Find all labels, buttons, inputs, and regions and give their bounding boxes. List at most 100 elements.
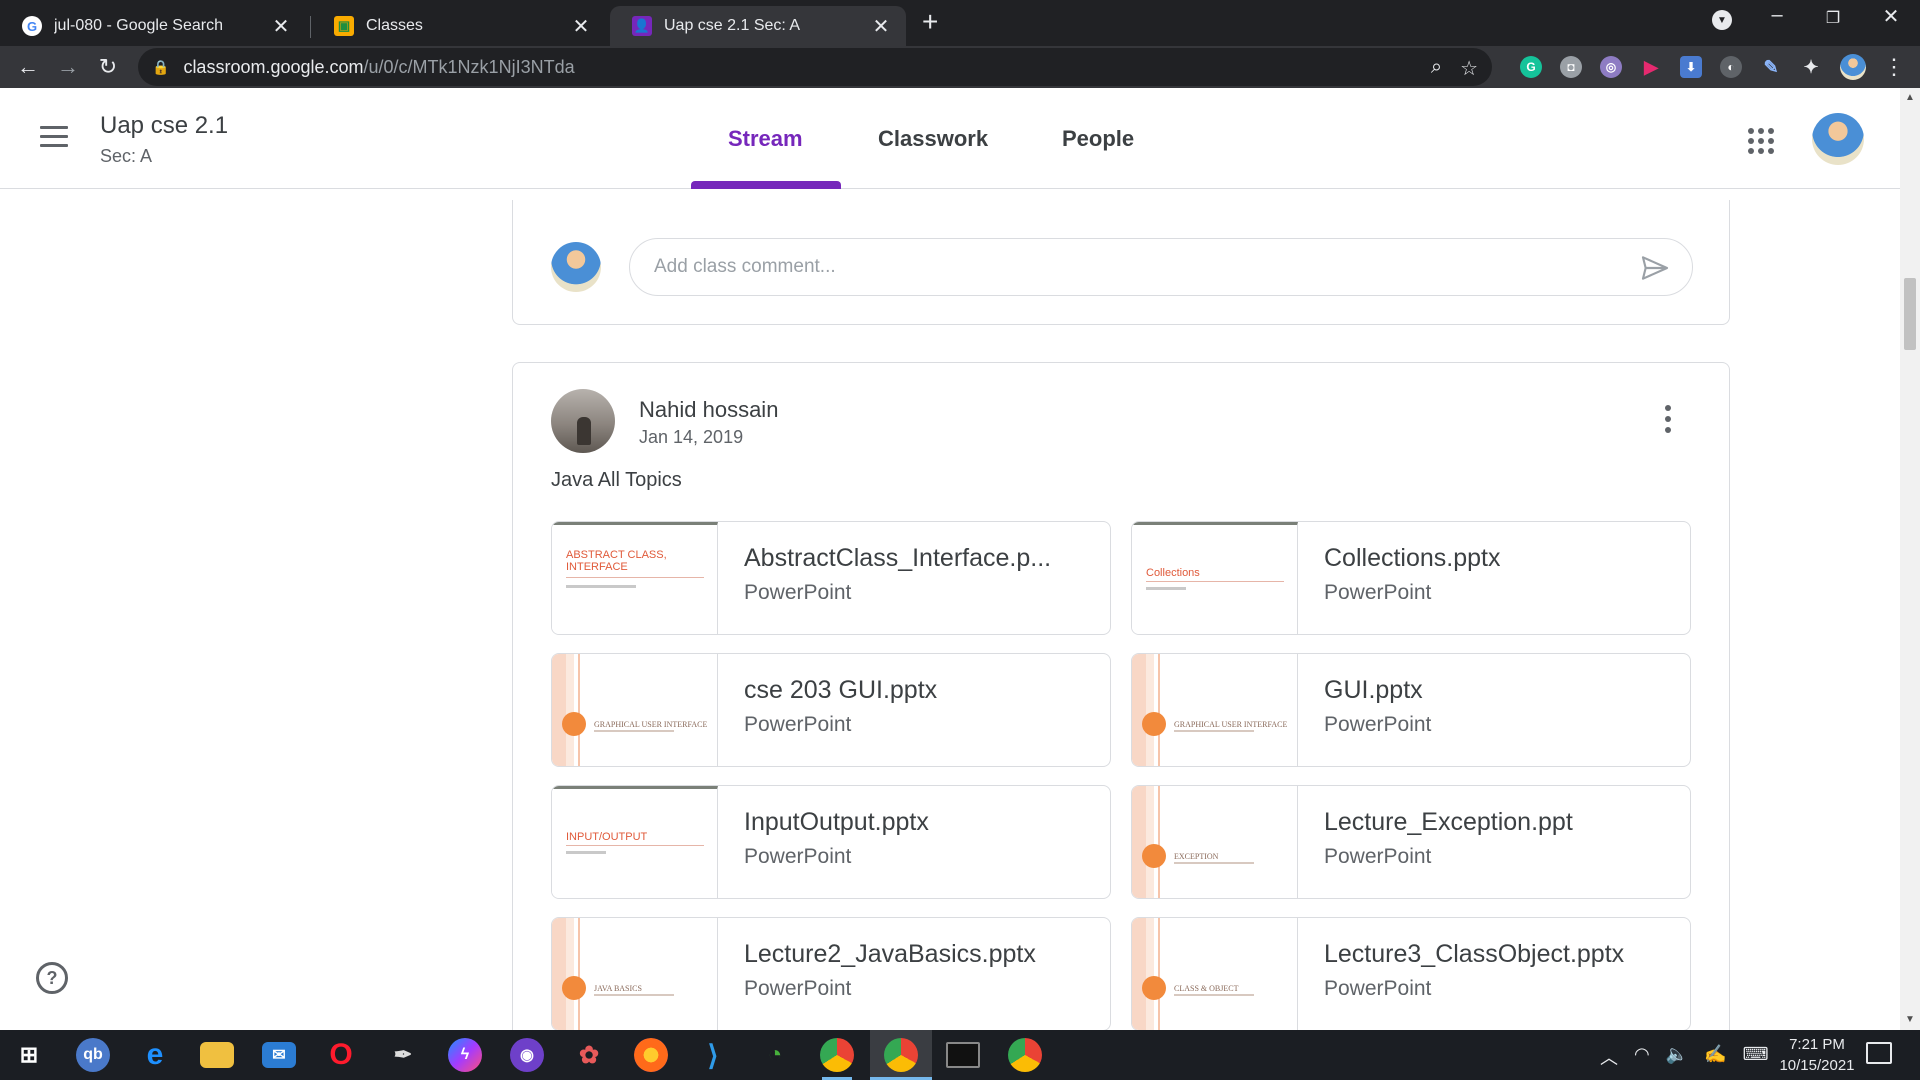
class-title[interactable]: Uap cse 2.1 <box>100 112 228 140</box>
url-host: classroom.google.com <box>183 56 364 77</box>
inkscape-icon[interactable]: ✒ <box>386 1038 420 1072</box>
scroll-up-arrow-icon[interactable]: ▲ <box>1905 92 1915 103</box>
send-icon[interactable] <box>1639 252 1671 284</box>
tab-title: jul-080 - Google Search <box>54 17 223 34</box>
google-apps-grid-icon[interactable] <box>1748 128 1774 154</box>
back-arrow-icon[interactable]: ← <box>14 54 42 80</box>
help-icon[interactable]: ? <box>36 962 68 994</box>
chrome-profile-icon[interactable] <box>1008 1038 1042 1072</box>
attachment-card[interactable]: Graphical User Interface cse 203 GUI.ppt… <box>551 653 1111 767</box>
post-text: Java All Topics <box>551 469 682 491</box>
clock-time: 7:21 PM <box>1789 1036 1845 1053</box>
camera-extension-icon[interactable]: ◘ <box>1560 56 1582 78</box>
scroll-thumb[interactable] <box>1904 278 1916 350</box>
scroll-down-arrow-icon[interactable]: ▼ <box>1905 1014 1915 1025</box>
chrome-icon[interactable] <box>820 1038 854 1080</box>
forward-arrow-icon[interactable]: → <box>54 54 82 80</box>
attachment-type: PowerPoint <box>1324 977 1432 1000</box>
vscode-icon[interactable]: ⟩ <box>696 1038 730 1072</box>
url-path: /u/0/c/MTk1Nzk1NjI3NTda <box>363 56 575 77</box>
slide-thumbnail: Collections <box>1132 522 1298 634</box>
chrome-menu-icon[interactable]: ⋮ <box>1880 54 1908 80</box>
taskbar-clock[interactable]: 7:21 PM 10/15/2021 <box>1776 1034 1858 1076</box>
firefox-icon[interactable] <box>634 1038 668 1072</box>
attachment-name: InputOutput.pptx <box>744 808 929 836</box>
restore-icon[interactable]: ❐ <box>1818 8 1848 28</box>
messenger-icon[interactable]: ϟ <box>448 1038 482 1072</box>
slide-thumbnail: Graphical User Interface <box>552 654 718 766</box>
profile-avatar-icon[interactable] <box>1840 54 1866 80</box>
thumbnail-title: Class & Object <box>1174 984 1239 993</box>
attachment-card[interactable]: Graphical User Interface GUI.pptx PowerP… <box>1131 653 1691 767</box>
github-desktop-icon[interactable]: ◉ <box>510 1038 544 1072</box>
chrome-active-icon[interactable] <box>870 1038 932 1080</box>
close-tab-icon[interactable]: ✕ <box>270 14 292 39</box>
zoom-icon[interactable]: ⌕ <box>1431 56 1442 81</box>
play-extension-icon[interactable]: ▶ <box>1640 56 1662 78</box>
clock-date: 10/15/2021 <box>1779 1057 1855 1074</box>
attachment-name: Collections.pptx <box>1324 544 1501 572</box>
minimize-icon[interactable]: – <box>1762 4 1792 27</box>
reload-icon[interactable]: ↻ <box>94 54 122 80</box>
tab-people[interactable]: People <box>1062 126 1134 152</box>
thumbnail-title: Graphical User Interface <box>594 720 708 729</box>
windows-start-icon[interactable]: ⊞ <box>12 1038 46 1072</box>
attachment-card[interactable]: ABSTRACT CLASS, INTERFACE AbstractClass_… <box>551 521 1111 635</box>
attachment-name: cse 203 GUI.pptx <box>744 676 938 704</box>
thumbnail-title: ABSTRACT CLASS, INTERFACE <box>566 549 667 573</box>
class-comment-input[interactable] <box>629 238 1693 296</box>
network-icon[interactable]: ◠ <box>1634 1044 1650 1070</box>
tab-classwork[interactable]: Classwork <box>878 126 988 152</box>
close-tab-icon[interactable]: ✕ <box>870 14 892 39</box>
puzzle-extensions-icon[interactable]: ✦ <box>1800 56 1822 78</box>
mail-icon[interactable]: ✉ <box>262 1042 296 1068</box>
attachment-name: Lecture3_ClassObject.pptx <box>1324 940 1625 968</box>
opera-icon[interactable]: O <box>324 1038 358 1072</box>
file-explorer-icon[interactable] <box>200 1042 234 1068</box>
attachment-card[interactable]: Exception Lecture_Exception.ppt PowerPoi… <box>1131 785 1691 899</box>
volume-icon[interactable]: 🔈 <box>1666 1044 1688 1070</box>
pen-extension-icon[interactable]: ✎ <box>1760 56 1782 78</box>
show-hidden-icons-chevron-icon[interactable]: ︿ <box>1600 1044 1618 1070</box>
edge-icon[interactable]: e <box>138 1038 172 1072</box>
slide-thumbnail: ABSTRACT CLASS, INTERFACE <box>552 522 718 634</box>
extension-icon[interactable]: ◎ <box>1600 56 1622 78</box>
pen-icon[interactable]: ✍ <box>1704 1044 1726 1070</box>
thumbnail-title: Collections <box>1146 567 1200 579</box>
new-tab-plus-icon[interactable]: + <box>922 8 938 36</box>
attachment-name: AbstractClass_Interface.p... <box>744 544 1052 572</box>
tab-title: Classes <box>366 17 423 34</box>
close-tab-icon[interactable]: ✕ <box>570 14 592 39</box>
grammarly-extension-icon[interactable]: G <box>1520 56 1542 78</box>
browser-tab-classes[interactable]: ▣ Classes ✕ <box>312 6 606 46</box>
attachment-type: PowerPoint <box>1324 845 1432 868</box>
browser-tab-google-search[interactable]: G jul-080 - Google Search ✕ <box>0 6 306 46</box>
globe-app-icon[interactable]: ◔ <box>758 1038 792 1072</box>
extension-icon[interactable]: ◐ <box>1720 56 1742 78</box>
browser-tab-uap-cse[interactable]: 👤 Uap cse 2.1 Sec: A ✕ <box>610 6 906 46</box>
window-close-icon[interactable]: ✕ <box>1876 4 1906 29</box>
tab-stream[interactable]: Stream <box>728 126 803 152</box>
address-bar[interactable]: 🔒 classroom.google.com/u/0/c/MTk1Nzk1NjI… <box>138 48 1492 86</box>
slide-thumbnail: Exception <box>1132 786 1298 898</box>
account-avatar[interactable] <box>1812 113 1864 165</box>
more-options-icon[interactable] <box>1663 405 1673 435</box>
terminal-icon[interactable] <box>946 1042 980 1068</box>
bookmark-star-icon[interactable]: ☆ <box>1460 56 1478 81</box>
author-avatar <box>551 389 615 453</box>
url-text[interactable]: classroom.google.com/u/0/c/MTk1Nzk1NjI3N… <box>183 57 574 78</box>
attachment-card[interactable]: Collections Collections.pptx PowerPoint <box>1131 521 1691 635</box>
page-scrollbar[interactable]: ▲ ▼ <box>1900 88 1920 1030</box>
tab-search-dropdown-icon[interactable]: ▼ <box>1712 10 1732 30</box>
download-extension-icon[interactable]: ⬇ <box>1680 56 1702 78</box>
attachment-card[interactable]: INPUT/OUTPUT InputOutput.pptx PowerPoint <box>551 785 1111 899</box>
qbittorrent-icon[interactable]: qb <box>76 1038 110 1072</box>
attachment-card[interactable]: Java Basics Lecture2_JavaBasics.pptx Pow… <box>551 917 1111 1031</box>
thumbnail-title: Graphical User Interface <box>1174 720 1288 729</box>
notification-center-icon[interactable] <box>1866 1042 1892 1064</box>
hamburger-menu-icon[interactable] <box>40 126 68 147</box>
keyboard-icon[interactable]: ⌨ <box>1743 1044 1769 1070</box>
browser-toolbar: ← → ↻ 🔒 classroom.google.com/u/0/c/MTk1N… <box>0 46 1920 88</box>
paint-icon[interactable]: ✿ <box>572 1038 606 1072</box>
attachment-card[interactable]: Class & Object Lecture3_ClassObject.pptx… <box>1131 917 1691 1031</box>
